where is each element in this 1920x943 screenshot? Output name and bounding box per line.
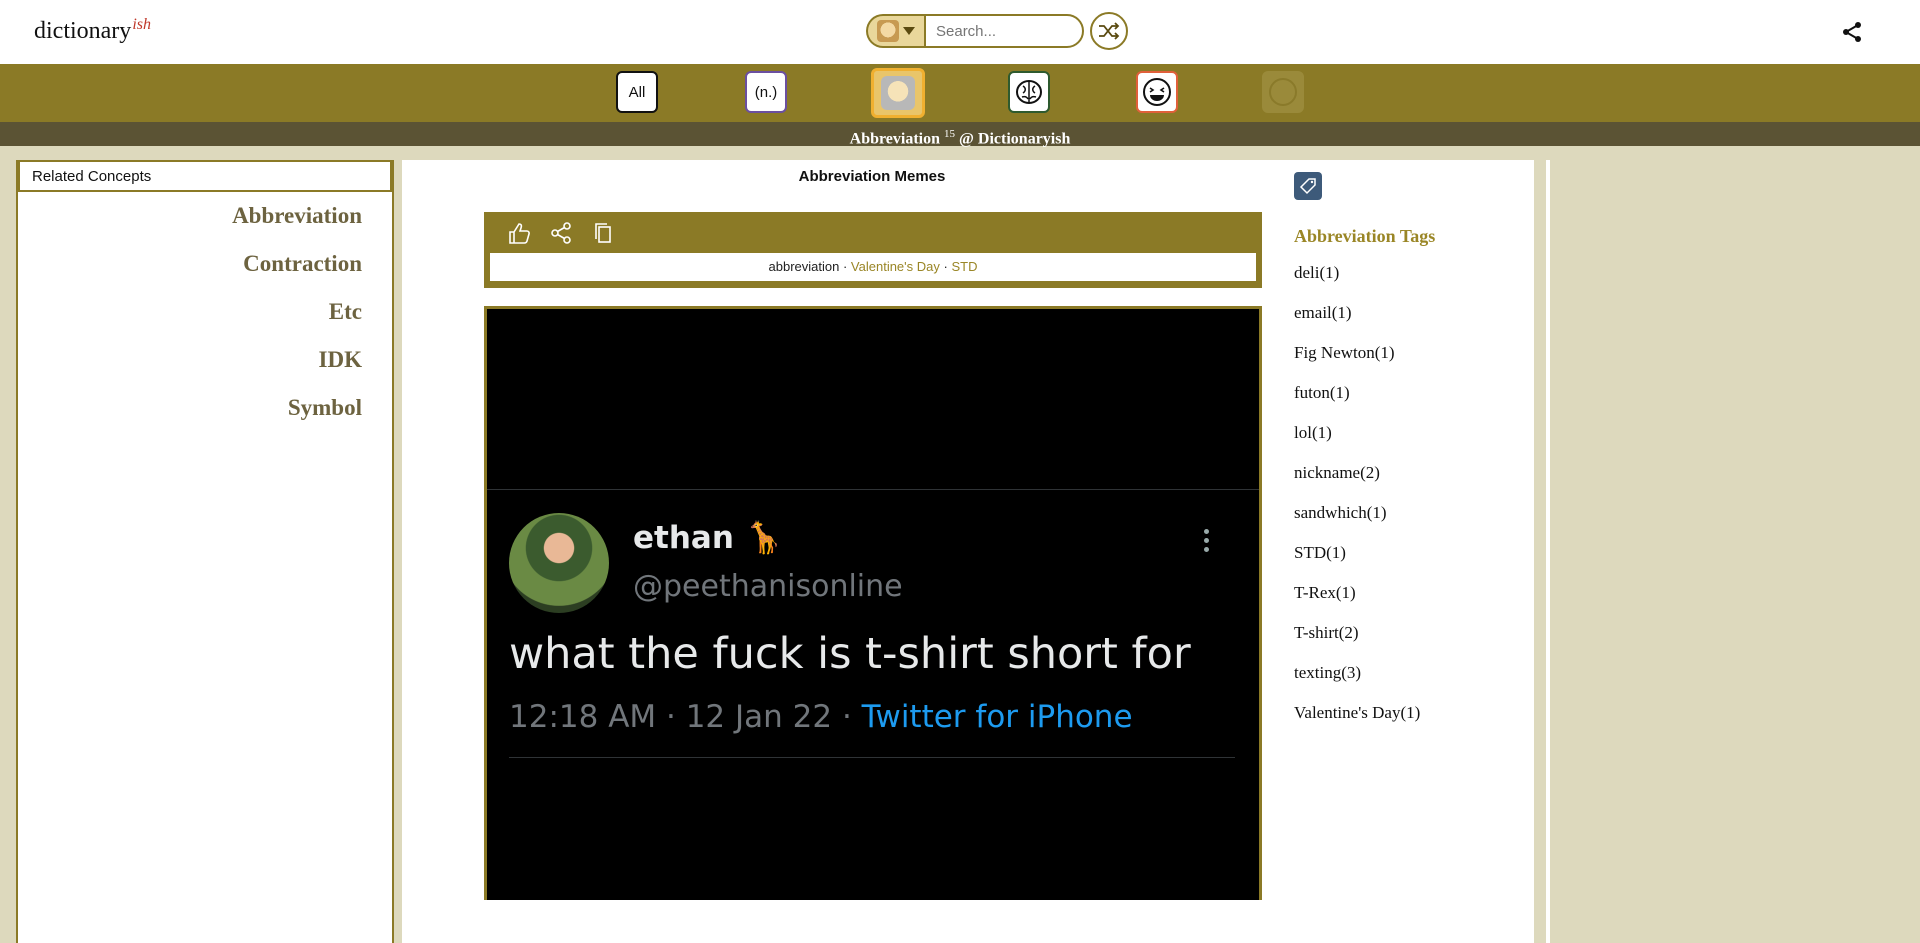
tag-separator: · (939, 259, 952, 274)
nav-smile-button[interactable] (1262, 71, 1304, 113)
chevron-down-icon (903, 27, 915, 35)
tag-link[interactable]: Valentine's Day(1) (1294, 703, 1420, 723)
divider (487, 489, 1259, 490)
tag-button[interactable] (1294, 172, 1322, 200)
smile-icon (1269, 78, 1297, 106)
tag-link[interactable]: T-shirt(2) (1294, 623, 1359, 643)
divider (509, 757, 1235, 758)
page-heading-bar: Abbreviation 15 @ Dictionaryish (0, 122, 1920, 148)
laugh-icon (1143, 78, 1171, 106)
top-bar: dictionaryish (0, 0, 1920, 64)
copy-icon[interactable] (591, 220, 617, 246)
tag-icon (1299, 178, 1316, 195)
search-input[interactable] (924, 14, 1084, 48)
doge-icon (881, 76, 915, 110)
like-icon[interactable] (506, 220, 532, 246)
tweet-author-handle: @peethanisonline (633, 569, 903, 604)
tag-link[interactable]: STD(1) (1294, 543, 1346, 563)
shuffle-button[interactable] (1090, 12, 1128, 50)
tweet-author-name: ethan 🦒 (633, 520, 784, 556)
meme-tag-link[interactable]: STD (951, 259, 977, 274)
tag-separator: · (839, 259, 851, 274)
tag-link[interactable]: futon(1) (1294, 383, 1350, 403)
meme-tag-link[interactable]: Valentine's Day (851, 259, 940, 274)
tag-link[interactable]: nickname(2) (1294, 463, 1380, 483)
nav-laugh-button[interactable] (1136, 71, 1178, 113)
concept-link[interactable]: IDK (18, 336, 392, 384)
heading-count: 15 (944, 128, 956, 140)
tag-link[interactable]: Fig Newton(1) (1294, 343, 1395, 363)
heading-site: @ Dictionaryish (959, 130, 1071, 148)
brain-icon (1016, 80, 1042, 104)
nav-meme-button[interactable] (871, 68, 925, 118)
tag-link[interactable]: sandwhich(1) (1294, 503, 1387, 523)
search-bar (866, 12, 1128, 50)
main-content: Abbreviation Memes abbreviation · Valent… (402, 160, 1534, 943)
nav-all-label: All (628, 83, 646, 101)
nav-noun-button[interactable]: (n.) (745, 71, 787, 113)
nav-all-button[interactable]: All (616, 71, 658, 113)
tags-heading: Abbreviation Tags (1294, 226, 1436, 246)
share-icon[interactable] (548, 220, 574, 246)
meme-tag-link[interactable]: abbreviation (769, 259, 840, 274)
concept-link[interactable]: Symbol (18, 384, 392, 432)
avatar (509, 513, 609, 613)
logo-suffix: ish (132, 16, 151, 33)
nav-brain-button[interactable] (1008, 71, 1050, 113)
nav-noun-label: (n.) (754, 83, 778, 101)
page-title: Abbreviation Memes (798, 168, 946, 185)
tag-link[interactable]: email(1) (1294, 303, 1352, 323)
meme-image[interactable]: ethan 🦒 @peethanisonline what the fuck i… (484, 306, 1262, 900)
language-selector[interactable] (866, 14, 924, 48)
doge-icon (877, 20, 899, 42)
tweet-text: what the fuck is t-shirt short for (509, 629, 1191, 679)
logo-text: dictionary (34, 18, 132, 44)
meme-tag-line: abbreviation · Valentine's Day · STD (490, 253, 1256, 281)
concept-link[interactable]: Abbreviation (18, 192, 392, 240)
heading-word: Abbreviation (849, 130, 941, 148)
concept-link[interactable]: Contraction (18, 240, 392, 288)
tag-link[interactable]: T-Rex(1) (1294, 583, 1356, 603)
tag-link[interactable]: texting(3) (1294, 663, 1361, 683)
tweet-timestamp: 12:18 AM · 12 Jan 22 · (509, 699, 862, 735)
category-nav: All (n.) (0, 64, 1920, 122)
tweet-source: Twitter for iPhone (861, 699, 1133, 735)
related-concepts-panel: Related Concepts Abbreviation Contractio… (16, 160, 394, 943)
scrollbar-track[interactable] (1546, 160, 1550, 943)
more-options-icon (1204, 529, 1210, 556)
share-icon[interactable] (1840, 20, 1864, 44)
tag-link[interactable]: lol(1) (1294, 423, 1332, 443)
shuffle-icon (1099, 22, 1120, 40)
tweet-meta: 12:18 AM · 12 Jan 22 · Twitter for iPhon… (509, 699, 1133, 735)
site-logo[interactable]: dictionaryish (34, 16, 151, 45)
tag-link[interactable]: deli(1) (1294, 263, 1339, 283)
related-concepts-header: Related Concepts (18, 160, 392, 192)
concept-link[interactable]: Etc (18, 288, 392, 336)
